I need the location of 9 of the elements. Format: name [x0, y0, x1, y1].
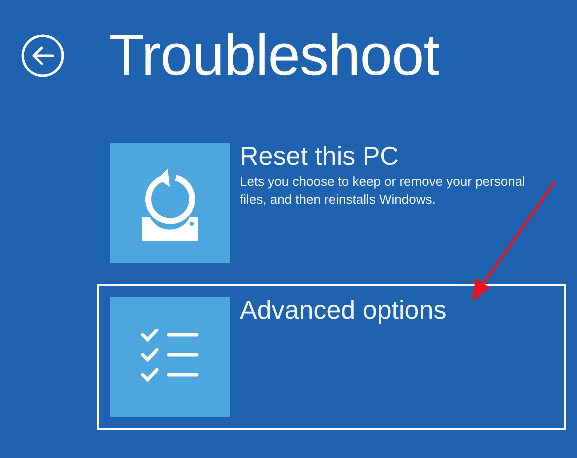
option-description: Lets you choose to keep or remove your personal files, and then reinstalls Windows.: [240, 173, 526, 209]
back-icon: [21, 34, 65, 78]
page-title: Troubleshoot: [109, 22, 440, 90]
option-title: Advanced options: [240, 294, 447, 327]
back-button[interactable]: [21, 34, 65, 78]
option-title: Reset this PC: [240, 140, 400, 173]
checklist-icon: [141, 329, 199, 385]
option-tile[interactable]: Reset this PC Lets you choose to keep or remove your personal files, and then reinstalls Windows.: [97, 130, 566, 276]
option-tile[interactable]: Advanced options: [97, 284, 566, 430]
